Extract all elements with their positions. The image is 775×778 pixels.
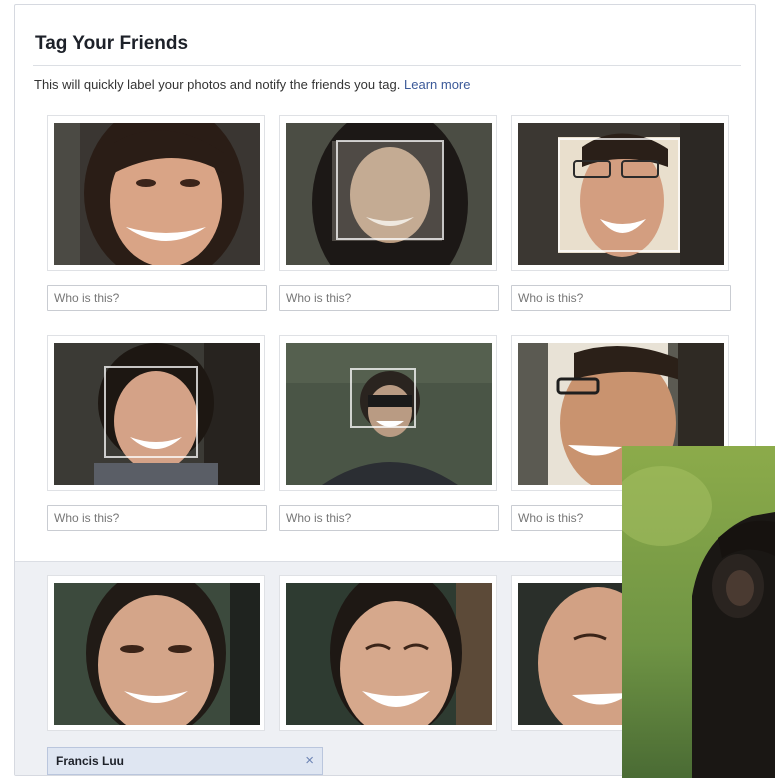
who-is-this-input[interactable]: Who is this?	[47, 505, 267, 531]
photo-thumbnail[interactable]	[47, 335, 265, 491]
face-photo	[54, 123, 260, 265]
tagged-name-chip: Francis Luu ×	[47, 747, 323, 775]
photo-thumbnail[interactable]	[279, 335, 497, 491]
photo-thumbnail[interactable]	[279, 115, 497, 271]
who-is-this-input[interactable]: Who is this?	[279, 285, 499, 311]
face-photo	[286, 583, 492, 725]
who-is-this-input[interactable]: Who is this?	[279, 505, 499, 531]
photo-thumbnail[interactable]	[47, 115, 265, 271]
who-is-this-input[interactable]: Who is this?	[47, 285, 267, 311]
photo-thumbnail[interactable]	[47, 575, 265, 731]
face-selection-box[interactable]	[104, 366, 198, 458]
dialog-title: Tag Your Friends	[35, 33, 189, 54]
face-selection-box[interactable]	[350, 368, 416, 428]
photo-thumbnail[interactable]	[279, 575, 497, 731]
face-selection-box[interactable]	[336, 140, 444, 240]
intro-copy: This will quickly label your photos and …	[34, 77, 401, 92]
title-divider	[33, 65, 741, 66]
face-selection-box[interactable]	[558, 138, 680, 252]
photo-thumbnail[interactable]	[511, 115, 729, 271]
intro-text: This will quickly label your photos and …	[34, 77, 470, 92]
who-is-this-input[interactable]: Who is this?	[511, 285, 731, 311]
face-photo	[54, 583, 260, 725]
learn-more-link[interactable]: Learn more	[404, 77, 470, 92]
chimpanzee-photo	[622, 446, 775, 778]
remove-tag-icon[interactable]: ×	[305, 752, 314, 769]
tagged-name: Francis Luu	[56, 754, 125, 768]
